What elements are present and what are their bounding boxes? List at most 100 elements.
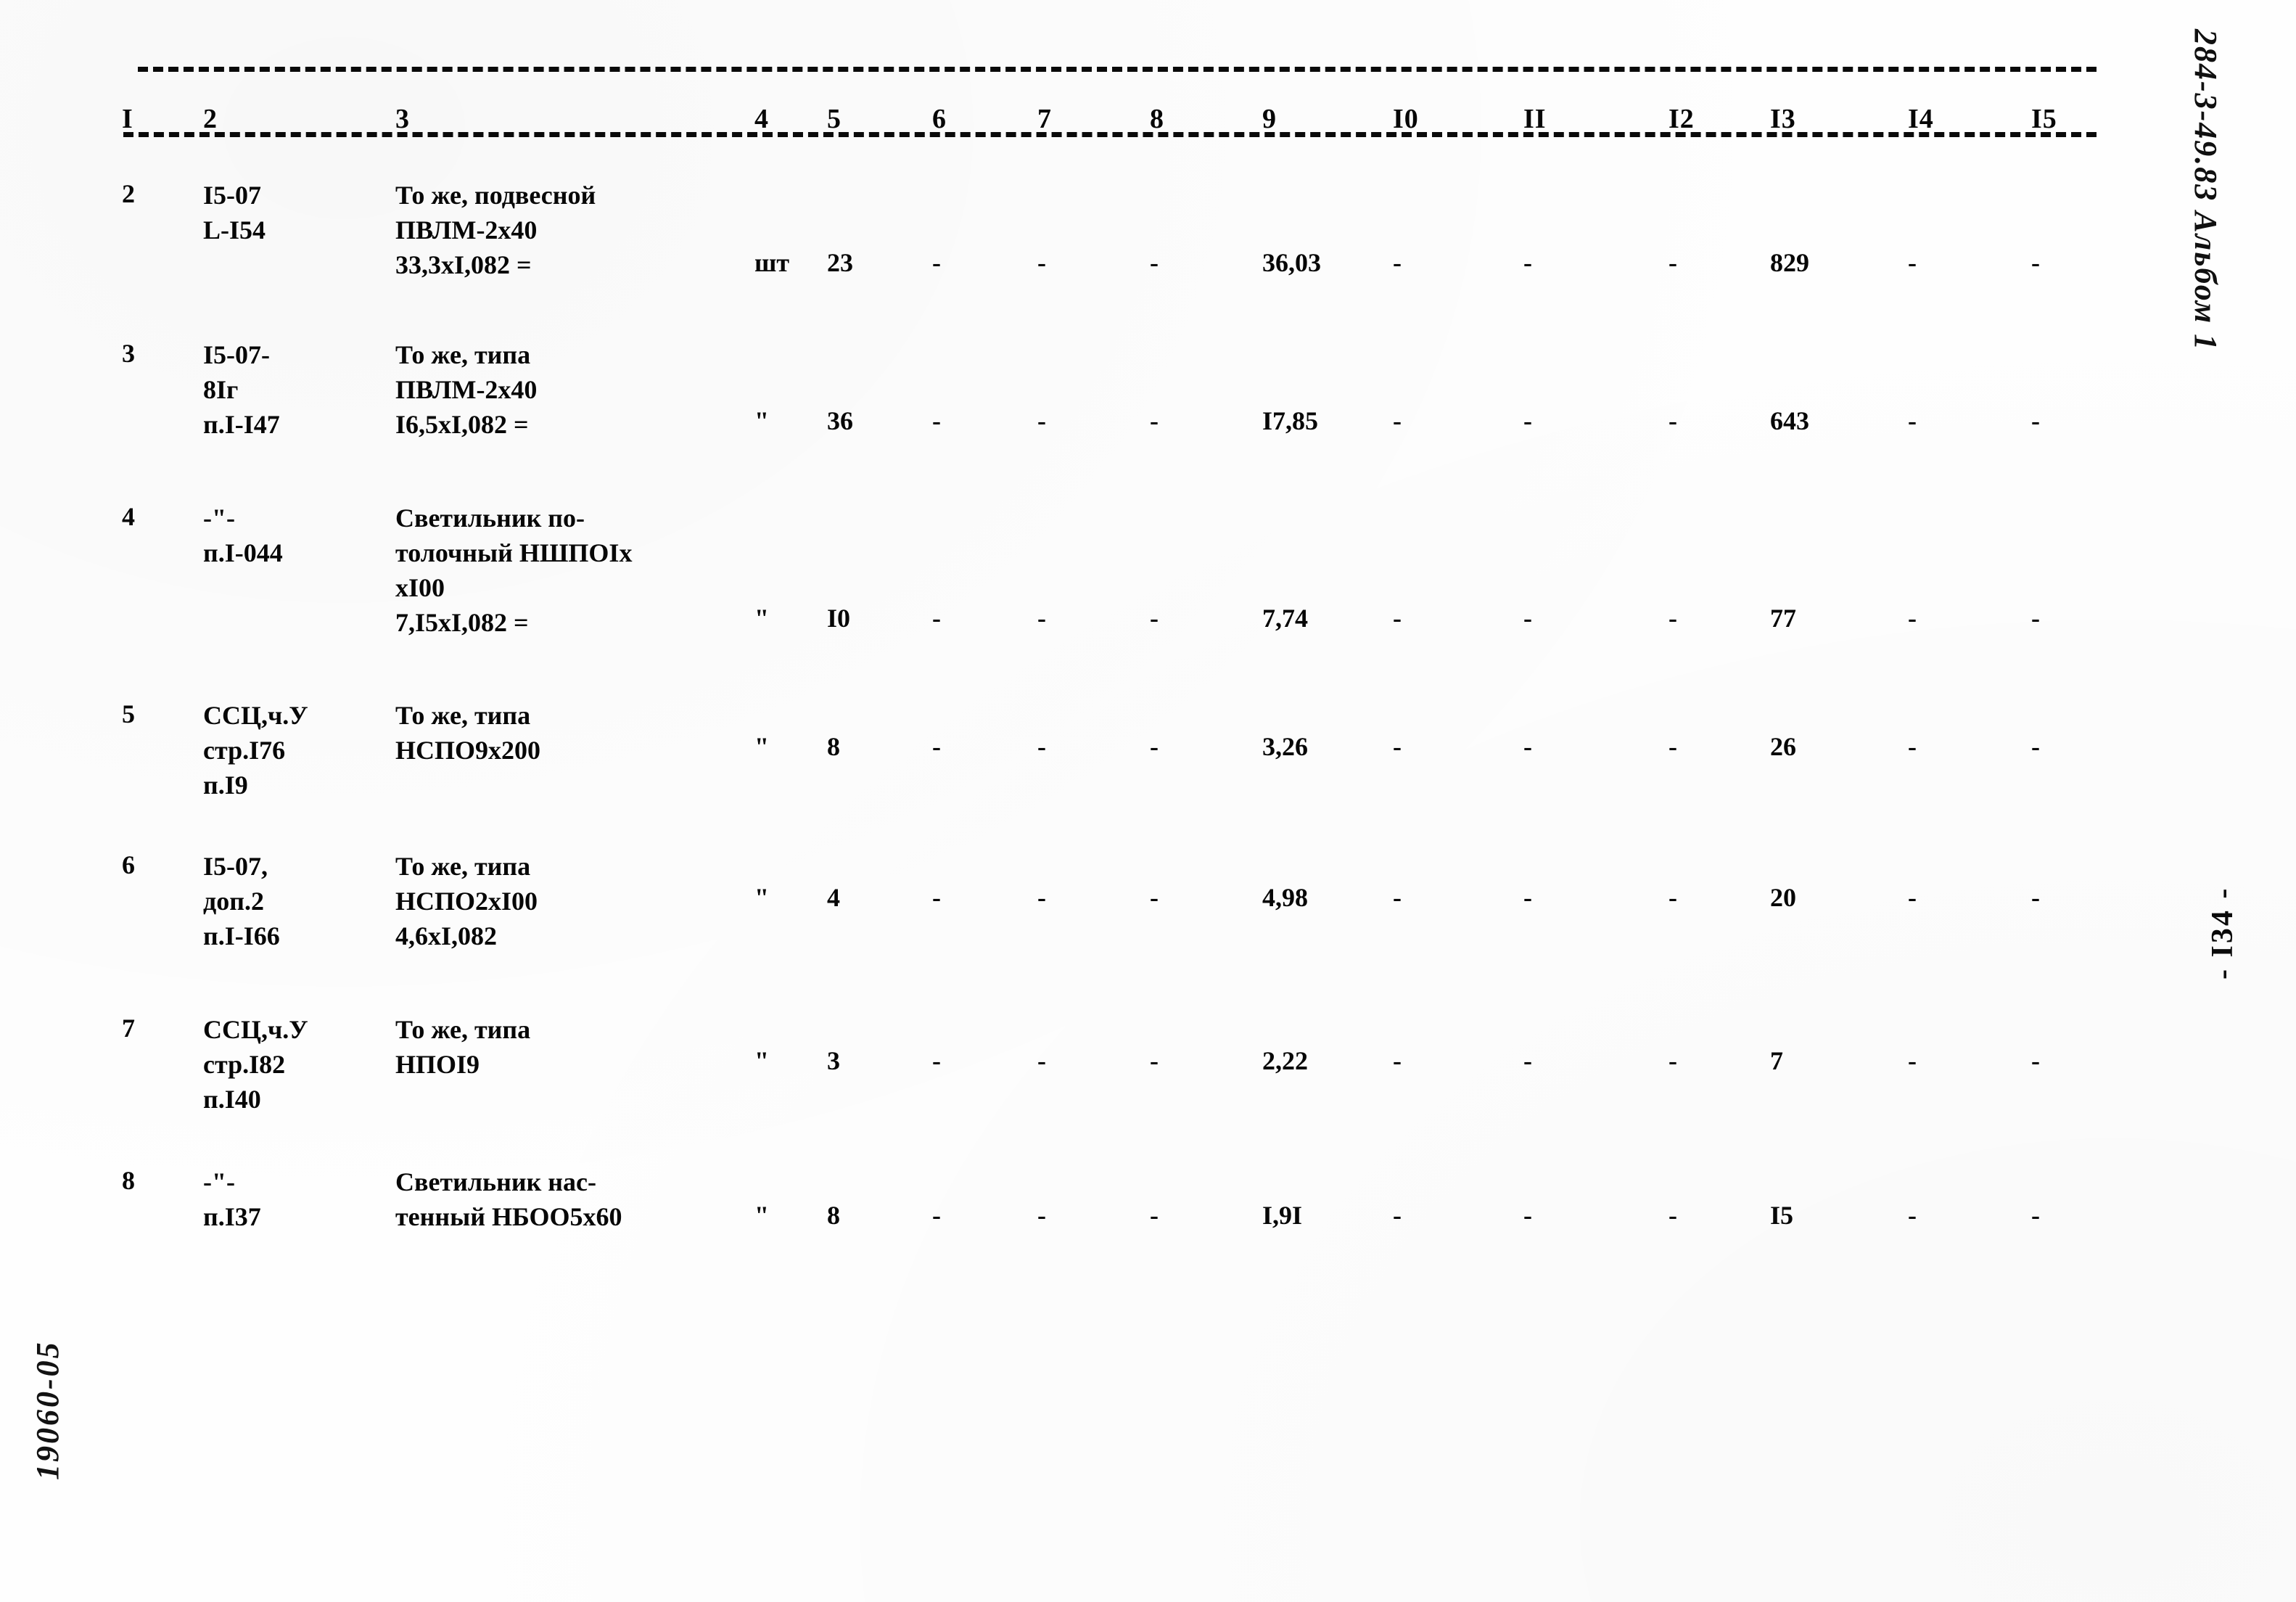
row-col7: - <box>1037 406 1046 435</box>
row-col11: - <box>1523 604 1532 633</box>
row-col12: - <box>1668 406 1677 435</box>
row-name: То же, типа НПОI9 <box>395 1015 531 1079</box>
row-col8: - <box>1150 248 1159 277</box>
row-col15: - <box>2031 1201 2040 1230</box>
row-col14: - <box>1908 406 1917 435</box>
row-col12: - <box>1668 1201 1677 1230</box>
row-col12: - <box>1668 732 1677 761</box>
row-number: 7 <box>122 1014 135 1043</box>
row-col14: - <box>1908 883 1917 912</box>
row-col10: - <box>1393 1201 1402 1230</box>
row-col7: - <box>1037 1046 1046 1075</box>
row-col8: - <box>1150 604 1159 633</box>
column-header-1: I <box>122 104 133 134</box>
row-col8: - <box>1150 406 1159 435</box>
row-number: 3 <box>122 339 135 368</box>
column-header-11: II <box>1523 104 1547 134</box>
row-unit: " <box>754 1046 769 1075</box>
row-quantity: 3 <box>827 1046 840 1075</box>
row-unit: шт <box>754 248 790 277</box>
row-col6: - <box>932 1046 941 1075</box>
row-col14: - <box>1908 604 1917 633</box>
row-col9: 7,74 <box>1262 604 1308 633</box>
row-number: 6 <box>122 850 135 879</box>
row-quantity: 8 <box>827 1201 840 1230</box>
row-col12: - <box>1668 1046 1677 1075</box>
page-number: - I34 - <box>2206 886 2239 979</box>
row-col15: - <box>2031 732 2040 761</box>
row-col11: - <box>1523 1201 1532 1230</box>
row-col13: 7 <box>1770 1046 1783 1075</box>
column-header-9: 9 <box>1262 104 1277 134</box>
row-col10: - <box>1393 406 1402 435</box>
row-col8: - <box>1150 732 1159 761</box>
row-unit: " <box>754 883 769 912</box>
row-col6: - <box>932 732 941 761</box>
row-name: То же, типа НСПО9х200 <box>395 701 541 765</box>
column-header-6: 6 <box>932 104 947 134</box>
row-col13: 20 <box>1770 883 1796 912</box>
document-page: I 2 3 4 5 6 7 8 9 I0 II I2 I3 I4 I5 2 I5… <box>0 0 2296 1602</box>
row-col10: - <box>1393 883 1402 912</box>
column-header-10: I0 <box>1393 104 1419 134</box>
row-col6: - <box>932 406 941 435</box>
row-code: -"- п.I-044 <box>203 504 283 567</box>
archive-stamp: 19060-05 <box>30 1340 65 1480</box>
row-col11: - <box>1523 406 1532 435</box>
column-header-15: I5 <box>2031 104 2057 134</box>
row-col15: - <box>2031 1046 2040 1075</box>
row-col9: I,9I <box>1262 1201 1303 1230</box>
row-quantity: I0 <box>827 604 851 633</box>
row-code: I5-07 L-I54 <box>203 181 266 245</box>
row-col14: - <box>1908 732 1917 761</box>
row-col7: - <box>1037 248 1046 277</box>
row-col12: - <box>1668 248 1677 277</box>
column-header-12: I2 <box>1668 104 1695 134</box>
row-col10: - <box>1393 604 1402 633</box>
margin-album-code: 284-3-49.83 Альбом 1 <box>2188 29 2223 352</box>
row-col6: - <box>932 883 941 912</box>
table-top-border <box>138 67 2097 72</box>
row-code: I5-07, доп.2 п.I-I66 <box>203 852 280 950</box>
row-col13: I5 <box>1770 1201 1794 1230</box>
column-header-7: 7 <box>1037 104 1052 134</box>
row-col13: 77 <box>1770 604 1796 633</box>
row-quantity: 36 <box>827 406 853 435</box>
row-name: То же, типа ПВЛМ-2х40 I6,5хI,082 = <box>395 340 538 439</box>
row-col13: 26 <box>1770 732 1796 761</box>
row-col12: - <box>1668 604 1677 633</box>
row-name: То же, типа НСПО2хI00 4,6хI,082 <box>395 852 538 950</box>
column-header-3: 3 <box>395 104 410 134</box>
row-col9: 36,03 <box>1262 248 1321 277</box>
table-header-border <box>123 132 2097 137</box>
row-col11: - <box>1523 732 1532 761</box>
row-col10: - <box>1393 248 1402 277</box>
row-col15: - <box>2031 604 2040 633</box>
row-col9: 3,26 <box>1262 732 1308 761</box>
row-name: То же, подвесной ПВЛМ-2х40 33,3хI,082 = <box>395 181 596 279</box>
row-col15: - <box>2031 248 2040 277</box>
row-name: Светильник по- толочный НШПОIх хI00 7,I5… <box>395 504 633 637</box>
column-header-14: I4 <box>1908 104 1934 134</box>
row-col8: - <box>1150 883 1159 912</box>
row-col7: - <box>1037 604 1046 633</box>
row-col15: - <box>2031 406 2040 435</box>
row-col7: - <box>1037 1201 1046 1230</box>
row-col10: - <box>1393 732 1402 761</box>
column-header-2: 2 <box>203 104 218 134</box>
column-header-13: I3 <box>1770 104 1796 134</box>
column-header-4: 4 <box>754 104 769 134</box>
row-quantity: 23 <box>827 248 853 277</box>
row-unit: " <box>754 1201 769 1230</box>
row-col14: - <box>1908 1046 1917 1075</box>
row-unit: " <box>754 732 769 761</box>
row-col6: - <box>932 604 941 633</box>
row-col9: 4,98 <box>1262 883 1308 912</box>
row-code: ССЦ,ч.У стр.I82 п.I40 <box>203 1015 308 1114</box>
row-unit: " <box>754 406 769 435</box>
row-code: -"- п.I37 <box>203 1167 261 1231</box>
row-quantity: 8 <box>827 732 840 761</box>
row-col7: - <box>1037 732 1046 761</box>
row-name: Светильник нас- тенный НБОО5х60 <box>395 1167 622 1231</box>
row-unit: " <box>754 604 769 633</box>
